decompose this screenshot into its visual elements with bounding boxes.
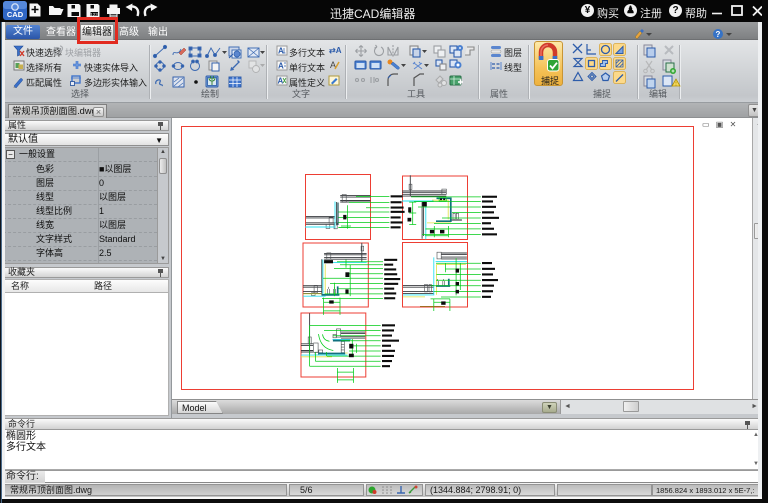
svg-text:A: A — [278, 77, 284, 86]
svg-text:⇄A: ⇄A — [329, 46, 342, 55]
svg-text:?: ? — [716, 30, 721, 39]
svg-text:CAD: CAD — [7, 10, 24, 19]
svg-text:A: A — [278, 62, 284, 71]
svg-text:A: A — [278, 47, 284, 56]
